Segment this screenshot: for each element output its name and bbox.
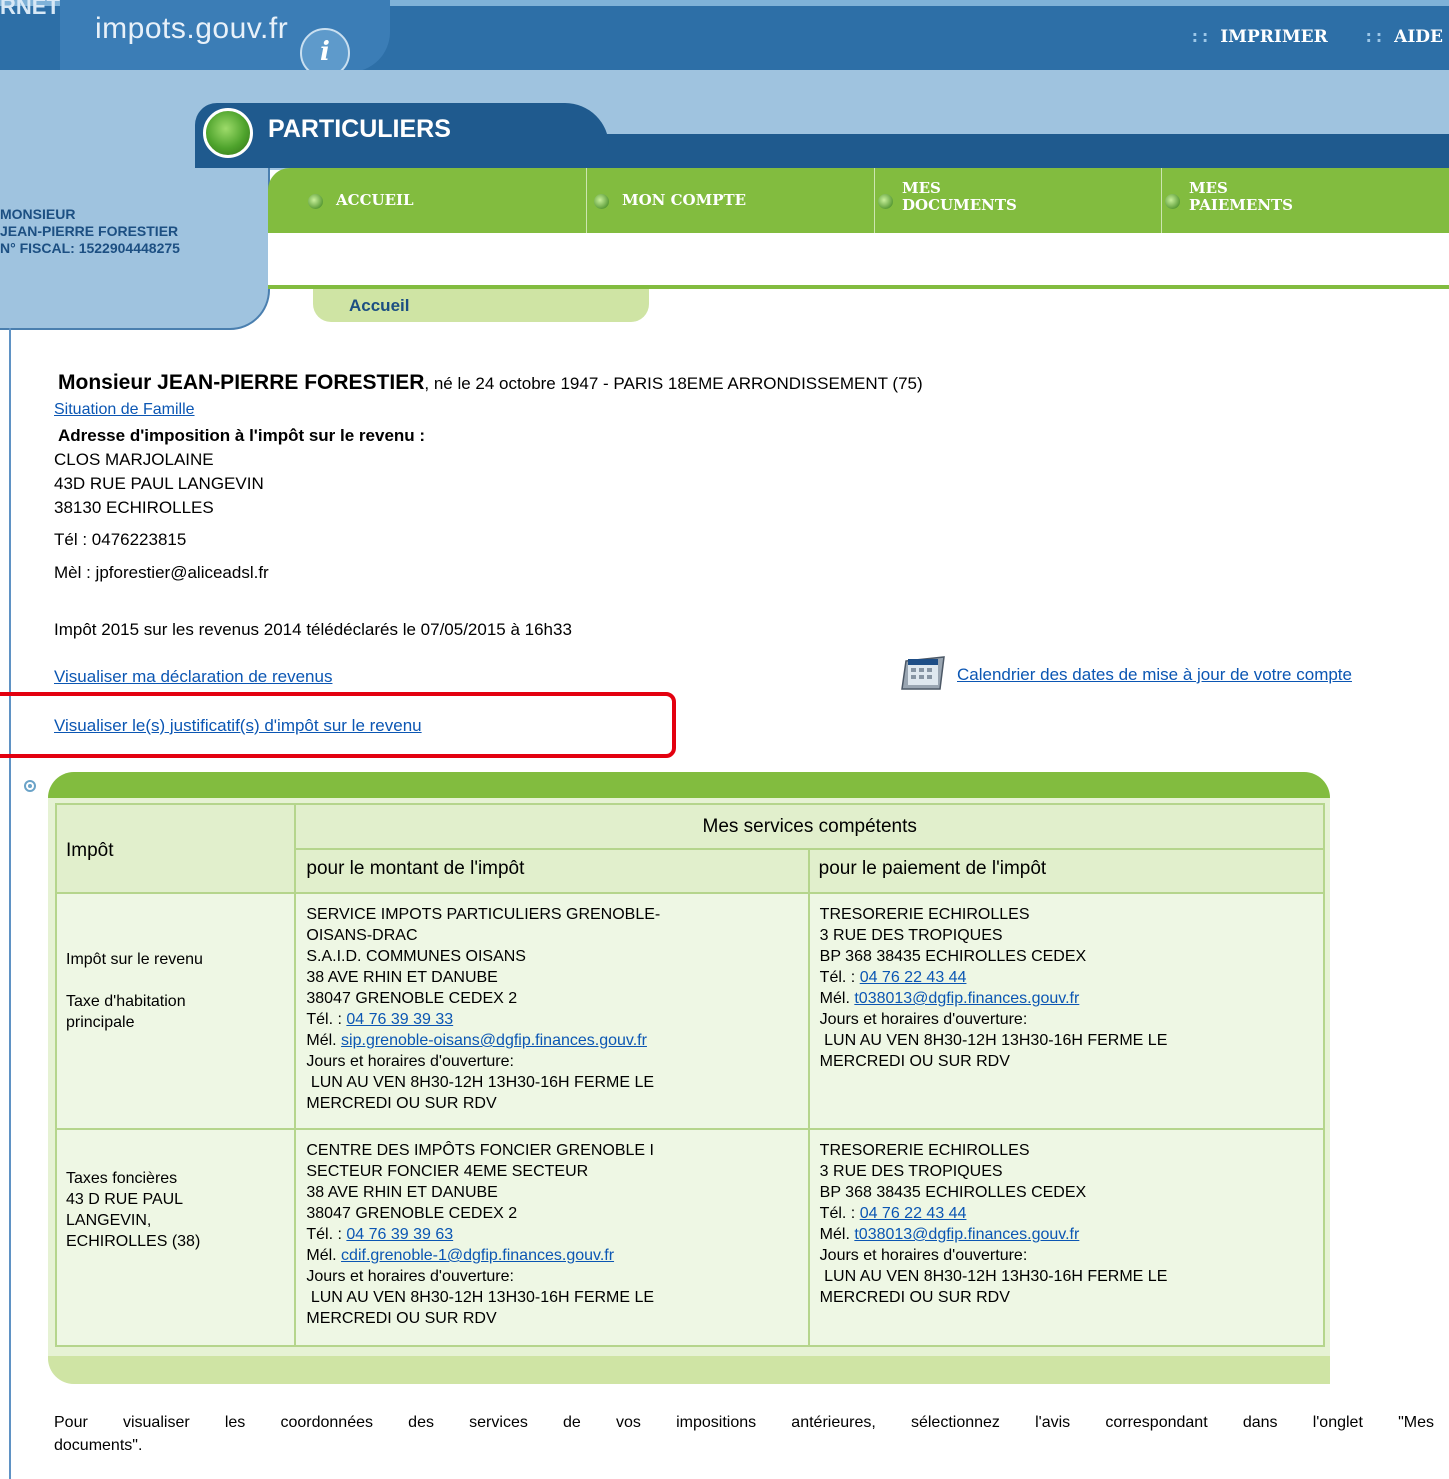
nav-accueil[interactable]: ACCUEIL	[268, 168, 587, 233]
service-paiement: TRESORERIE ECHIROLLES 3 RUE DES TROPIQUE…	[807, 1128, 1326, 1347]
user-civility: MONSIEUR	[0, 206, 76, 222]
address-line: CLOS MARJOLAINE	[54, 450, 214, 469]
taxpayer-name: Monsieur JEAN-PIERRE FORESTIER	[58, 371, 425, 394]
section-title: PARTICULIERS	[268, 115, 451, 143]
nav-mes-paiements[interactable]: MES PAIEMENTS	[1161, 168, 1449, 233]
phone-link[interactable]: 04 76 22 43 44	[860, 969, 967, 986]
tax-name: Impôt sur le revenu Taxe d'habitation pr…	[54, 892, 297, 1130]
nav-mes-documents[interactable]: MES DOCUMENTS	[874, 168, 1162, 233]
corner-text: RNET	[0, 0, 60, 19]
col-header-paiement: pour le paiement de l'impôt	[807, 848, 1326, 894]
site-logo[interactable]: impots.gouv.fr	[95, 12, 288, 46]
nav-bullet-icon	[308, 194, 323, 209]
family-situation-link[interactable]: Situation de Famille	[54, 401, 195, 419]
nav-mon-compte[interactable]: MON COMPTE	[586, 168, 875, 233]
header-dark-band	[600, 134, 1449, 168]
service-montant: CENTRE DES IMPÔTS FONCIER GRENOBLE I SEC…	[294, 1128, 810, 1347]
nav-bullet-icon	[1165, 194, 1180, 209]
footer-note-line: Pour visualiser les coordonnées des serv…	[54, 1414, 1434, 1431]
email-link[interactable]: sip.grenoble-oisans@dgfip.finances.gouv.…	[341, 1032, 647, 1049]
email: Mèl : jpforestier@aliceadsl.fr	[54, 563, 269, 582]
services-table: Impôt Mes services compétents pour le mo…	[54, 803, 1326, 1347]
calendar-link[interactable]: Calendrier des dates de mise à jour de v…	[957, 665, 1352, 685]
user-name: JEAN-PIERRE FORESTIER	[0, 223, 179, 239]
address-title: Adresse d'imposition à l'impôt sur le re…	[58, 426, 426, 445]
highlight-box	[0, 692, 676, 758]
col-header-montant: pour le montant de l'impôt	[294, 848, 810, 894]
subtab-accueil[interactable]: Accueil	[313, 289, 649, 322]
taxpayer-birth: , né le 24 octobre 1947 - PARIS 18EME AR…	[424, 374, 923, 393]
table-row: Taxes foncières 43 D RUE PAUL LANGEVIN, …	[54, 1128, 1326, 1347]
email-link[interactable]: t038013@dgfip.finances.gouv.fr	[854, 1226, 1079, 1243]
service-paiement: TRESORERIE ECHIROLLES 3 RUE DES TROPIQUE…	[807, 892, 1326, 1130]
address-line: 43D RUE PAUL LANGEVIN	[54, 474, 264, 493]
phone: Tél : 0476223815	[54, 530, 187, 549]
address-line: 38130 ECHIROLLES	[54, 498, 214, 517]
table-row: Impôt sur le revenu Taxe d'habitation pr…	[54, 892, 1326, 1130]
service-montant: SERVICE IMPOTS PARTICULIERS GRENOBLE- OI…	[294, 892, 810, 1130]
col-header-impot: Impôt	[54, 803, 297, 894]
phone-link[interactable]: 04 76 39 39 63	[346, 1226, 453, 1243]
main-nav: ACCUEIL MON COMPTE MES DOCUMENTS MES PAI…	[268, 168, 1449, 233]
email-link[interactable]: cdif.grenoble-1@dgfip.finances.gouv.fr	[341, 1247, 614, 1264]
declaration-info: Impôt 2015 sur les revenus 2014 télédécl…	[54, 620, 572, 639]
nav-spacer	[268, 233, 1449, 285]
help-link[interactable]: :: AIDE	[1364, 27, 1443, 47]
phone-link[interactable]: 04 76 39 39 33	[346, 1011, 453, 1028]
view-declaration-link[interactable]: Visualiser ma déclaration de revenus	[54, 667, 332, 687]
print-link[interactable]: :: IMPRIMER	[1190, 27, 1328, 47]
user-box: MONSIEUR JEAN-PIERRE FORESTIER N° FISCAL…	[0, 168, 270, 330]
tax-name: Taxes foncières 43 D RUE PAUL LANGEVIN, …	[54, 1128, 297, 1347]
nav-bullet-icon	[878, 194, 893, 209]
taxpayer-identity: Monsieur JEAN-PIERRE FORESTIER, né le 24…	[58, 371, 923, 395]
col-header-services: Mes services compétents	[294, 803, 1325, 850]
user-fiscal-number: N° FISCAL: 1522904448275	[0, 240, 180, 256]
top-links: :: IMPRIMER :: AIDE	[1160, 27, 1443, 47]
nav-bullet-icon	[594, 194, 609, 209]
section-bullet-icon	[24, 780, 36, 792]
globe-icon	[203, 108, 253, 158]
footer-note-line: documents".	[54, 1437, 143, 1454]
email-link[interactable]: t038013@dgfip.finances.gouv.fr	[854, 990, 1079, 1007]
left-border	[9, 328, 11, 1479]
phone-link[interactable]: 04 76 22 43 44	[860, 1205, 967, 1222]
calendar-icon[interactable]	[900, 655, 948, 691]
